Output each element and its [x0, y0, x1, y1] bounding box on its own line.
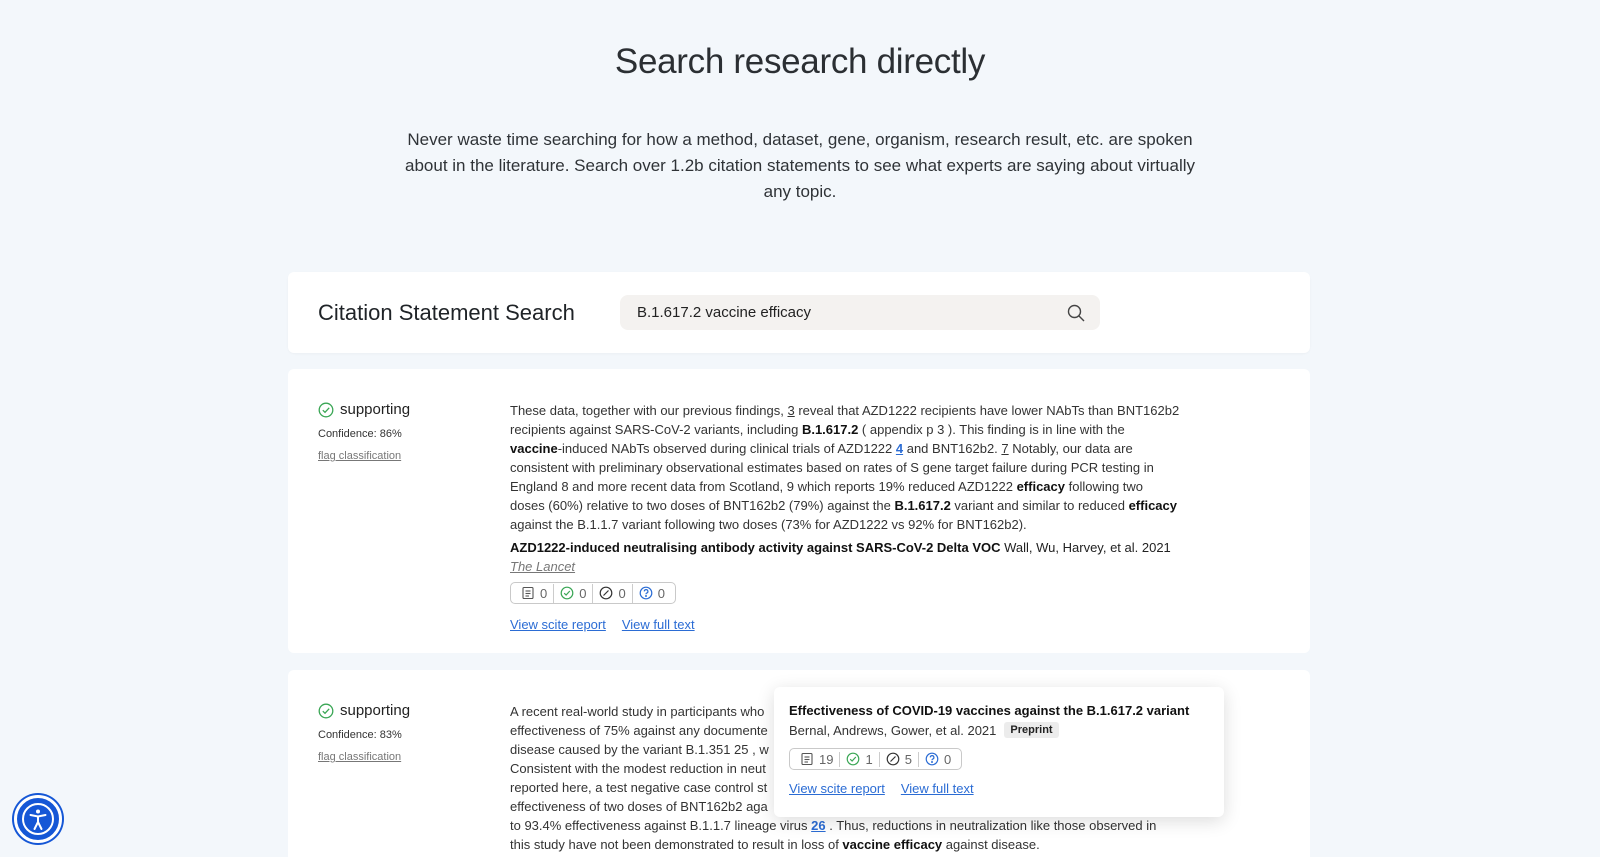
view-scite-report-link[interactable]: View scite report	[510, 615, 606, 634]
publications-metric[interactable]: 0	[515, 584, 553, 603]
hero-title: Search research directly	[614, 42, 986, 81]
slash-circle-icon	[600, 586, 613, 600]
result-card: supporting Confidence: 86% flag classifi…	[288, 369, 1310, 653]
tooltip-links: View scite report View full text	[789, 781, 1209, 796]
paper-title[interactable]: AZD1222-induced neutralising antibody ac…	[510, 540, 1001, 555]
journal-link[interactable]: The Lancet	[510, 559, 575, 574]
check-circle-icon	[318, 402, 334, 417]
classification-label: supporting	[340, 401, 411, 418]
citation-tooltip: Effectiveness of COVID-19 vaccines again…	[774, 687, 1224, 817]
classification-column: supporting Confidence: 86% flag classifi…	[318, 401, 488, 464]
search-input[interactable]	[620, 295, 1050, 330]
classification-column: supporting Confidence: 83% flag classifi…	[318, 702, 488, 765]
search-icon[interactable]	[1066, 303, 1086, 323]
document-icon	[801, 752, 813, 766]
classification-label: supporting	[340, 702, 411, 719]
check-circle-icon	[318, 703, 334, 718]
tooltip-authors: Bernal, Andrews, Gower, et al. 2021	[789, 722, 997, 738]
tooltip-meta: Bernal, Andrews, Gower, et al. 2021 Prep…	[789, 722, 1209, 738]
supporting-metric[interactable]: 0	[553, 583, 592, 603]
tooltip-paper-title[interactable]: Effectiveness of COVID-19 vaccines again…	[789, 703, 1209, 718]
flag-classification-link[interactable]: flag classification	[318, 450, 401, 462]
citation-metrics: 0 0 0 0	[510, 582, 676, 604]
question-circle-icon	[925, 752, 939, 766]
tooltip-citation-metrics: 19 1 5 0	[789, 748, 963, 770]
search-card: Citation Statement Search	[288, 272, 1310, 353]
result-links: View scite report View full text	[510, 615, 1180, 634]
view-full-text-link[interactable]: View full text	[901, 781, 974, 796]
slash-circle-icon	[886, 752, 900, 766]
citation-body: These data, together with our previous f…	[510, 401, 1180, 634]
confidence-score: Confidence: 83%	[318, 729, 402, 741]
citation-statement: These data, together with our previous f…	[510, 403, 1180, 532]
mentioning-metric[interactable]: 0	[917, 751, 957, 767]
paper-authors: Wall, Wu, Harvey, et al. 2021	[1004, 540, 1171, 555]
contrasting-metric[interactable]: 5	[878, 751, 918, 767]
mentioning-metric[interactable]: 0	[631, 583, 671, 603]
contrasting-metric[interactable]: 0	[592, 583, 631, 603]
hero-description: Never waste time searching for how a met…	[405, 130, 1195, 201]
supporting-metric[interactable]: 1	[839, 751, 878, 767]
preprint-badge: Preprint	[1004, 722, 1059, 738]
view-scite-report-link[interactable]: View scite report	[789, 781, 885, 796]
search-box	[620, 295, 1100, 330]
check-circle-icon	[560, 586, 574, 600]
confidence-score: Confidence: 86%	[318, 428, 402, 440]
document-icon	[522, 586, 534, 600]
question-circle-icon	[639, 586, 653, 600]
check-circle-icon	[847, 752, 860, 766]
accessibility-icon	[22, 803, 54, 835]
paper-citation: AZD1222-induced neutralising antibody ac…	[510, 538, 1180, 557]
view-full-text-link[interactable]: View full text	[622, 615, 695, 634]
reference-link[interactable]: 26	[811, 818, 825, 833]
publications-metric[interactable]: 19	[794, 752, 839, 767]
accessibility-button[interactable]	[14, 795, 62, 843]
search-title: Citation Statement Search	[318, 300, 575, 325]
flag-classification-link[interactable]: flag classification	[318, 751, 401, 763]
